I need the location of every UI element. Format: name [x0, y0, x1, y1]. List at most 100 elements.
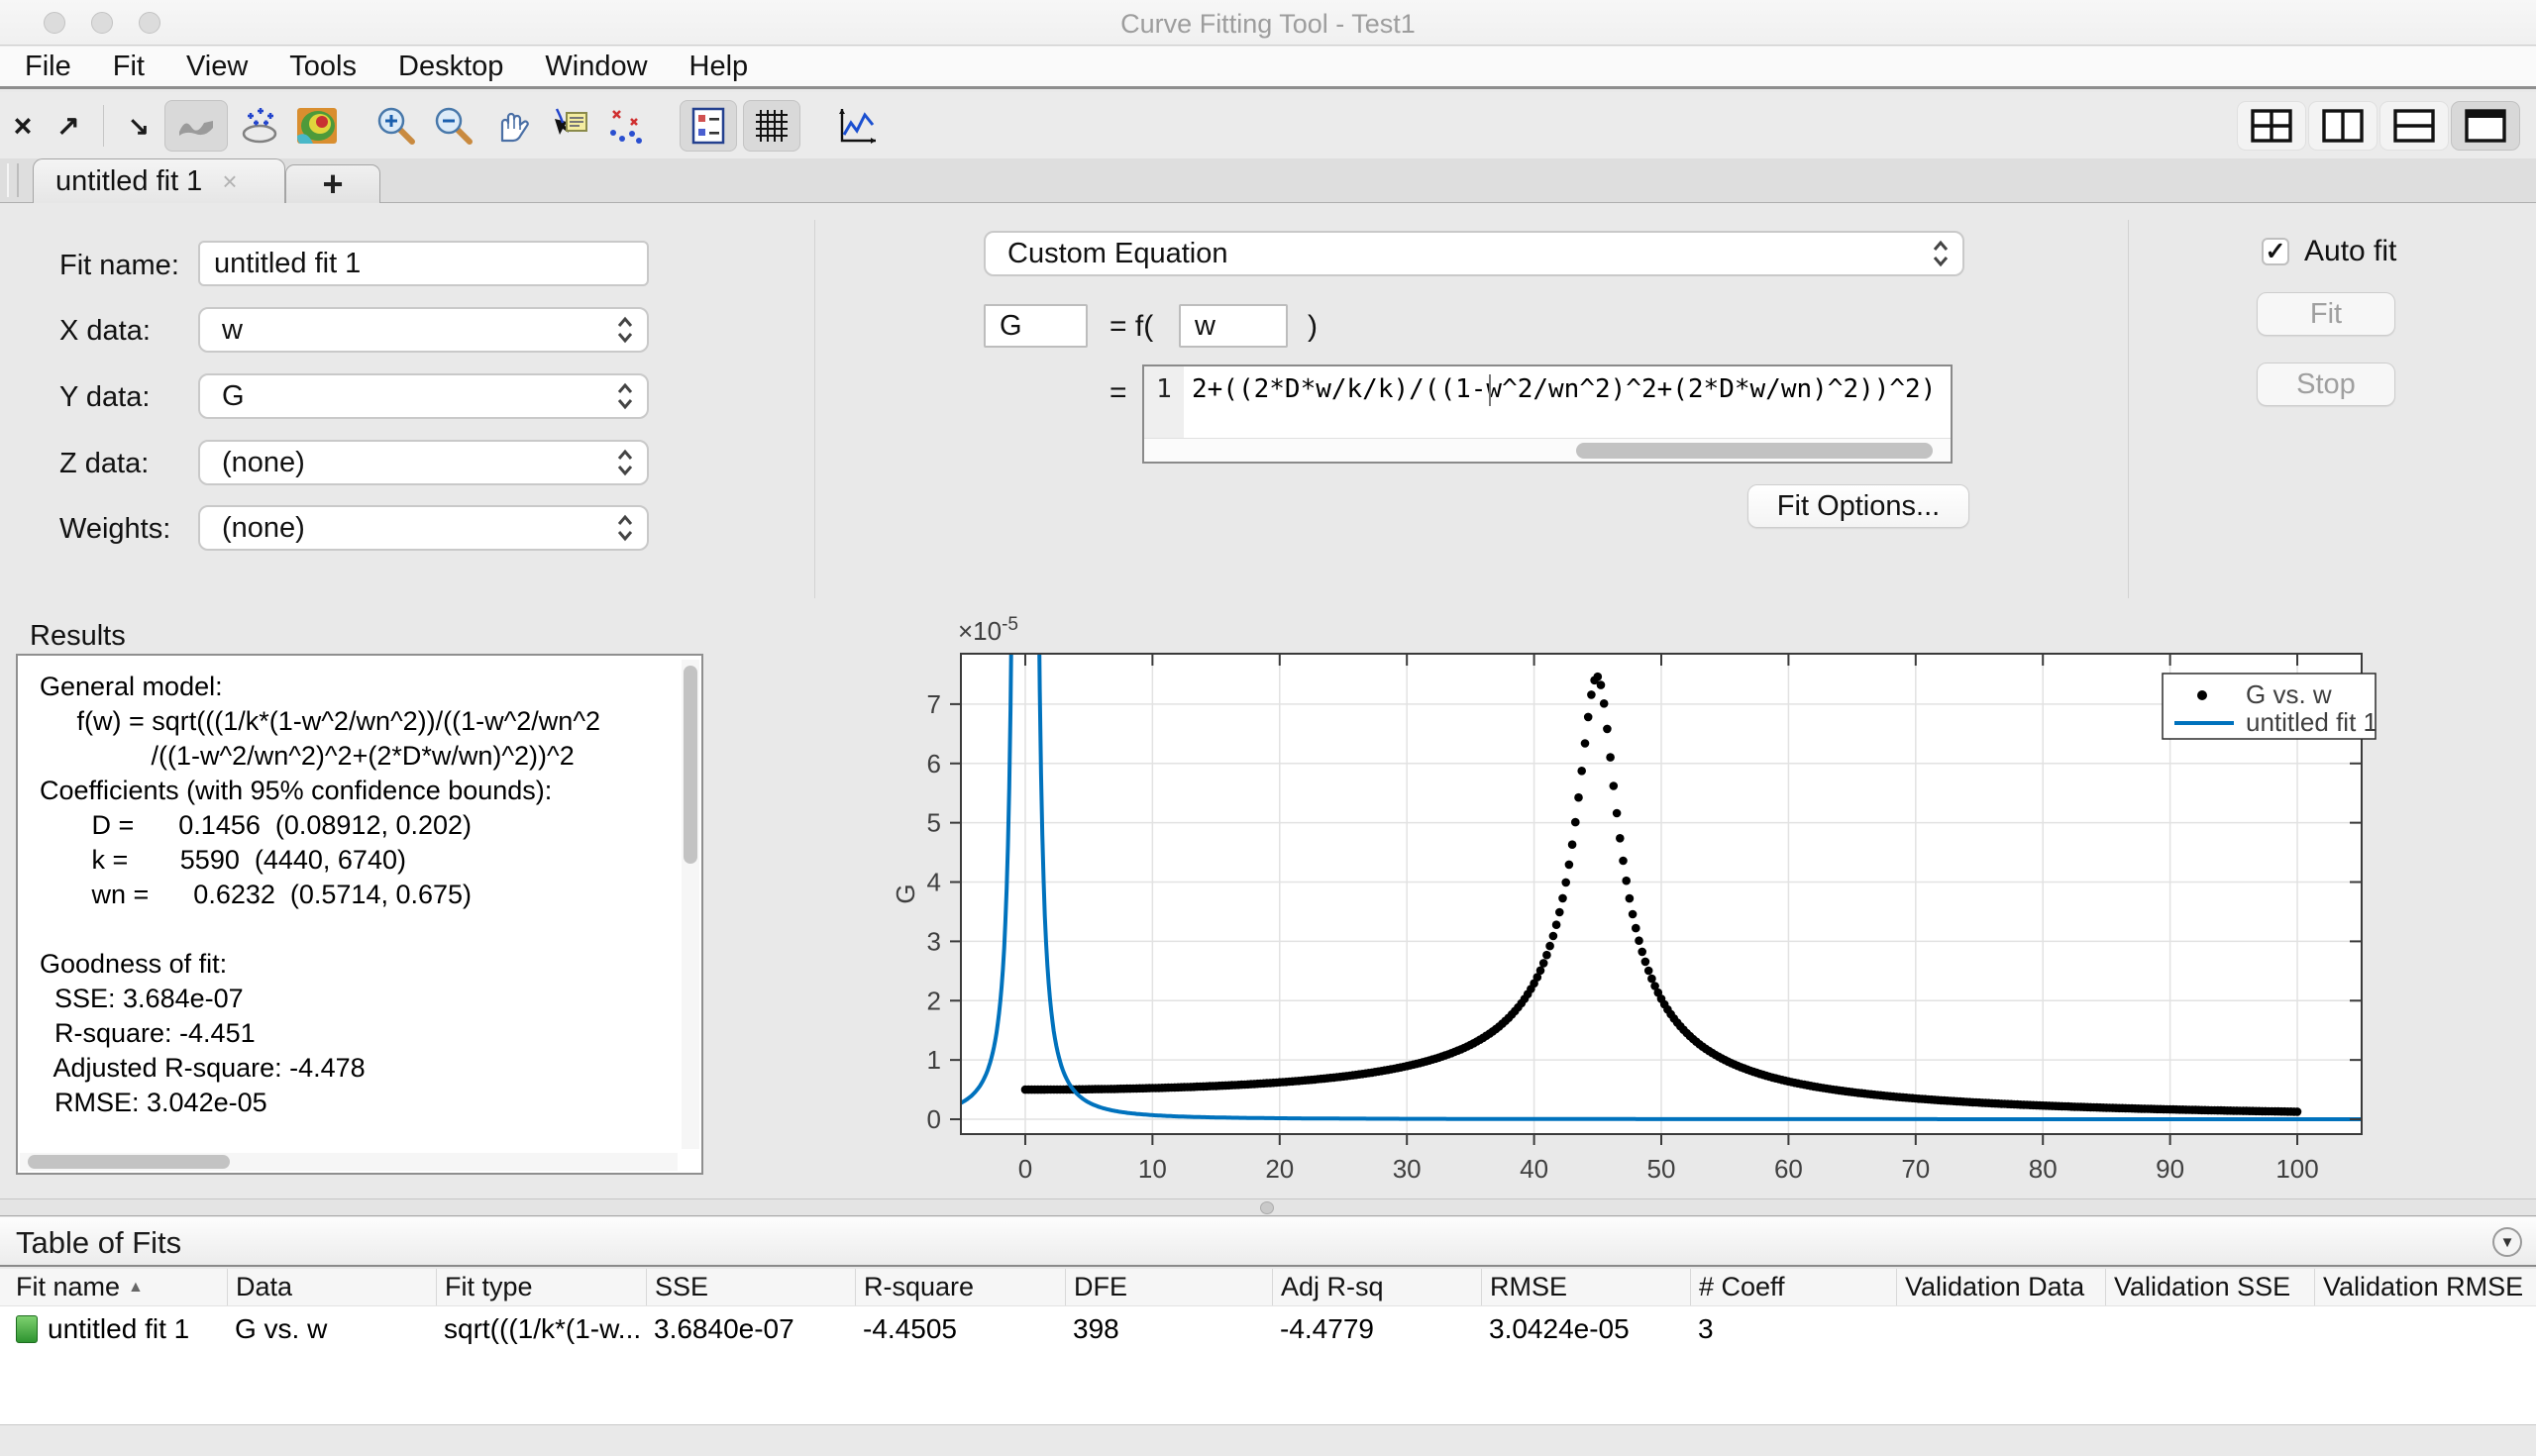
- equation-editor[interactable]: 1 2+((2*D*w/k/k)/((1-w^2/wn^2)^2+(2*D*w/…: [1142, 364, 1953, 464]
- svg-text:20: 20: [1265, 1154, 1294, 1184]
- tab-untitled-fit-1[interactable]: untitled fit 1 ×: [33, 158, 285, 203]
- dependent-variable-input[interactable]: G: [984, 304, 1088, 348]
- layout-split-horizontal-button[interactable]: [2379, 101, 2449, 151]
- contour-plot-icon[interactable]: [291, 100, 343, 152]
- column-validation-data[interactable]: Validation Data: [1896, 1269, 2105, 1305]
- column-dfe[interactable]: DFE: [1065, 1269, 1272, 1305]
- results-heading: Results: [30, 620, 126, 653]
- column-validation-rmse[interactable]: Validation RMSE: [2314, 1269, 2536, 1305]
- z-data-select[interactable]: (none): [198, 440, 649, 485]
- z-data-value: (none): [222, 447, 305, 479]
- toolbar-separator: [103, 105, 104, 147]
- svg-text:50: 50: [1647, 1154, 1676, 1184]
- results-hscrollbar[interactable]: [20, 1153, 678, 1171]
- cell-validation-rmse: [2314, 1306, 2536, 1352]
- cell-dfe: 398: [1065, 1306, 1272, 1352]
- table-row[interactable]: untitled fit 1 G vs. w sqrt(((1/k*(1-w..…: [0, 1306, 2536, 1352]
- text-caret: [1489, 374, 1491, 406]
- panel-separator: [814, 220, 815, 598]
- svg-text:90: 90: [2156, 1154, 2184, 1184]
- chevron-up-down-icon: [1931, 240, 1951, 267]
- layout-single-pane-button[interactable]: [2451, 101, 2520, 151]
- menu-view[interactable]: View: [186, 51, 248, 83]
- menu-help[interactable]: Help: [689, 51, 749, 83]
- equals-text: =: [1110, 376, 1127, 410]
- grid-toggle-icon[interactable]: [743, 100, 800, 152]
- table-of-fits-menu-button[interactable]: ▼: [2492, 1227, 2522, 1257]
- check-icon: ✓: [2266, 237, 2286, 266]
- column-validation-sse[interactable]: Validation SSE: [2105, 1269, 2314, 1305]
- weights-value: (none): [222, 512, 305, 545]
- exclude-outliers-icon[interactable]: [600, 100, 652, 152]
- fit-options-button[interactable]: Fit Options...: [1747, 484, 1969, 528]
- column-rmse[interactable]: RMSE: [1481, 1269, 1690, 1305]
- y-data-select[interactable]: G: [198, 373, 649, 419]
- cell-sse: 3.6840e-07: [646, 1306, 855, 1352]
- tab-close-icon[interactable]: ×: [222, 168, 237, 194]
- column-r-square[interactable]: R-square: [855, 1269, 1065, 1305]
- auto-fit-label: Auto fit: [2304, 235, 2396, 268]
- column-fit-name[interactable]: Fit name▲: [8, 1269, 227, 1305]
- menu-desktop[interactable]: Desktop: [398, 51, 503, 83]
- column-sse[interactable]: SSE: [646, 1269, 855, 1305]
- menu-window[interactable]: Window: [545, 51, 647, 83]
- layout-grid-2x2-button[interactable]: [2237, 101, 2306, 151]
- open-arrow-icon[interactable]: ↗: [49, 100, 88, 152]
- surface-fit-icon[interactable]: [234, 100, 285, 152]
- fit-name-label: Fit name:: [59, 250, 179, 282]
- splitter-handle-icon[interactable]: [1260, 1201, 1274, 1214]
- column-num-coeff[interactable]: # Coeff: [1690, 1269, 1896, 1305]
- auto-fit-checkbox[interactable]: ✓: [2262, 238, 2289, 265]
- tab-bar-grip[interactable]: [7, 163, 19, 197]
- pan-hand-icon[interactable]: [485, 100, 537, 152]
- svg-text:untitled fit 1: untitled fit 1: [2246, 707, 2378, 737]
- datatip-icon[interactable]: [543, 100, 594, 152]
- results-text: General model: f(w) = sqrt(((1/k*(1-w^2/…: [18, 662, 680, 1151]
- close-paren-text: ): [1308, 310, 1318, 344]
- status-strip: [0, 1424, 2536, 1456]
- svg-text:7: 7: [927, 689, 941, 719]
- title-bar: Curve Fitting Tool - Test1: [0, 0, 2536, 46]
- menu-tools[interactable]: Tools: [289, 51, 357, 83]
- fit-type-select[interactable]: Custom Equation: [984, 231, 1964, 276]
- fit-name-input[interactable]: untitled fit 1: [198, 241, 649, 286]
- zoom-out-icon[interactable]: [428, 100, 479, 152]
- zoom-in-icon[interactable]: [370, 100, 422, 152]
- add-fit-tab-button[interactable]: +: [285, 164, 380, 203]
- equation-hscrollbar[interactable]: [1144, 438, 1951, 462]
- equation-hscrollbar-thumb[interactable]: [1576, 443, 1933, 459]
- panel-separator: [2128, 220, 2129, 598]
- column-data[interactable]: Data: [227, 1269, 436, 1305]
- curve-fitting-tool-window: Curve Fitting Tool - Test1 File Fit View…: [0, 0, 2536, 1456]
- svg-text:70: 70: [1901, 1154, 1930, 1184]
- column-fit-type[interactable]: Fit type: [436, 1269, 646, 1305]
- close-icon[interactable]: ×: [3, 100, 43, 152]
- menu-file[interactable]: File: [25, 51, 71, 83]
- layout-split-vertical-button[interactable]: [2308, 101, 2378, 151]
- curve-fit-icon[interactable]: [164, 100, 228, 152]
- fit-button[interactable]: Fit: [2257, 292, 2395, 336]
- adjust-axes-limits-icon[interactable]: [832, 100, 884, 152]
- equation-text[interactable]: 2+((2*D*w/k/k)/((1-w^2/wn^2)^2+(2*D*w/wn…: [1192, 374, 1947, 404]
- table-of-fits: Fit name▲ Data Fit type SSE R-square DFE…: [0, 1269, 2536, 1424]
- dock-arrow-icon[interactable]: ↘: [119, 100, 158, 152]
- horizontal-splitter[interactable]: [0, 1198, 2536, 1216]
- results-hscrollbar-thumb[interactable]: [28, 1155, 230, 1169]
- plot-canvas[interactable]: 010203040506070809010001234567×10-5wGG v…: [738, 610, 2397, 1198]
- fit-plot[interactable]: 010203040506070809010001234567×10-5wGG v…: [738, 610, 2397, 1198]
- svg-text:60: 60: [1774, 1154, 1803, 1184]
- weights-select[interactable]: (none): [198, 505, 649, 551]
- tab-label: untitled fit 1: [55, 165, 202, 198]
- fit-color-swatch-icon: [16, 1315, 38, 1343]
- x-data-select[interactable]: w: [198, 307, 649, 353]
- menu-fit[interactable]: Fit: [113, 51, 145, 83]
- svg-text:G vs. w: G vs. w: [2246, 679, 2332, 709]
- stop-button[interactable]: Stop: [2257, 363, 2395, 406]
- cell-validation-sse: [2105, 1306, 2314, 1352]
- results-vscrollbar[interactable]: [682, 660, 699, 1149]
- column-adj-r-sq[interactable]: Adj R-sq: [1272, 1269, 1481, 1305]
- svg-text:5: 5: [927, 808, 941, 838]
- legend-toggle-icon[interactable]: [680, 100, 737, 152]
- results-vscrollbar-thumb[interactable]: [684, 666, 697, 864]
- independent-variable-input[interactable]: w: [1179, 304, 1288, 348]
